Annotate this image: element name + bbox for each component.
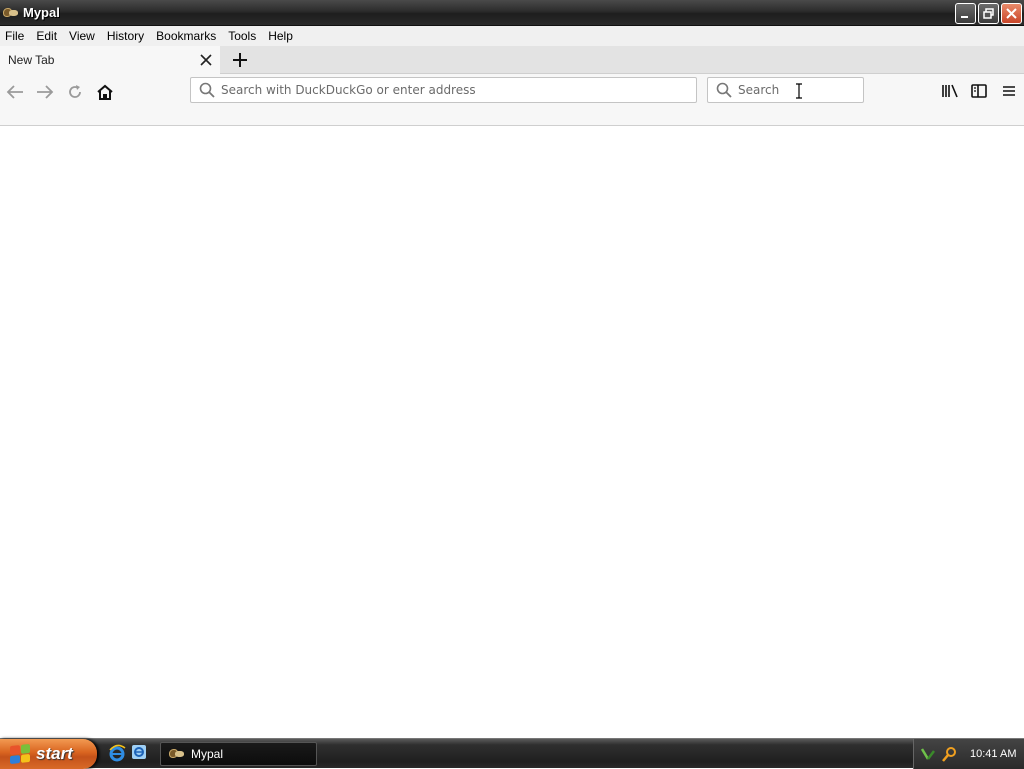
tab-bar: New Tab	[0, 46, 1024, 74]
minimize-button[interactable]	[955, 3, 976, 24]
taskbar-item-mypal[interactable]: Mypal	[160, 742, 317, 766]
home-button[interactable]	[94, 82, 116, 102]
plus-icon	[233, 53, 247, 67]
address-input[interactable]	[221, 83, 681, 97]
home-icon	[97, 84, 113, 100]
tab-label: New Tab	[8, 53, 55, 67]
forward-arrow-icon	[37, 85, 54, 99]
new-tab-button[interactable]	[230, 51, 250, 69]
sidebar-icon	[971, 84, 987, 98]
back-button[interactable]	[4, 82, 26, 102]
minimize-icon	[961, 16, 968, 18]
page-content[interactable]	[0, 126, 1024, 738]
close-icon	[200, 54, 212, 66]
menu-view[interactable]: View	[69, 29, 95, 43]
search-bar[interactable]	[707, 77, 864, 103]
window-title: Mypal	[23, 5, 60, 20]
close-icon	[1006, 8, 1017, 19]
sidebar-button[interactable]	[969, 82, 989, 100]
reload-icon	[69, 85, 81, 98]
clock: 10:41 AM	[970, 748, 1017, 760]
internet-explorer-icon[interactable]	[108, 744, 126, 762]
menu-bar: File Edit View History Bookmarks Tools H…	[0, 26, 1024, 46]
menu-edit[interactable]: Edit	[36, 29, 57, 43]
search-icon[interactable]	[942, 746, 958, 762]
start-label: start	[36, 744, 73, 763]
forward-button[interactable]	[34, 82, 56, 102]
library-button[interactable]	[940, 82, 960, 100]
mypal-icon	[3, 6, 19, 20]
menu-history[interactable]: History	[107, 29, 144, 43]
menu-file[interactable]: File	[5, 29, 24, 43]
tab-new-tab[interactable]: New Tab	[0, 46, 220, 74]
ie-browser-icon[interactable]	[131, 744, 149, 762]
text-cursor-icon	[795, 83, 803, 102]
address-bar[interactable]	[190, 77, 697, 103]
title-bar: Mypal	[0, 0, 1024, 26]
hamburger-icon	[1003, 86, 1015, 96]
reload-button[interactable]	[64, 82, 86, 102]
windows-logo-icon	[10, 743, 30, 765]
system-tray: 10:41 AM	[913, 739, 1024, 769]
network-icon[interactable]	[920, 746, 936, 762]
close-tab-button[interactable]	[198, 52, 214, 68]
menu-bookmarks[interactable]: Bookmarks	[156, 29, 216, 43]
menu-button[interactable]	[999, 82, 1019, 100]
mypal-icon	[169, 747, 185, 761]
menu-tools[interactable]: Tools	[228, 29, 256, 43]
navigation-toolbar	[0, 74, 1024, 126]
back-arrow-icon	[6, 85, 23, 99]
start-button[interactable]: start	[0, 739, 97, 769]
menu-help[interactable]: Help	[268, 29, 293, 43]
search-icon	[199, 82, 215, 98]
taskbar-item-label: Mypal	[191, 747, 224, 761]
search-icon	[716, 82, 732, 98]
restore-icon	[983, 8, 994, 19]
library-icon	[942, 84, 958, 98]
restore-button[interactable]	[978, 3, 999, 24]
close-window-button[interactable]	[1001, 3, 1022, 24]
taskbar: start Mypal 10:41 AM	[0, 738, 1024, 769]
